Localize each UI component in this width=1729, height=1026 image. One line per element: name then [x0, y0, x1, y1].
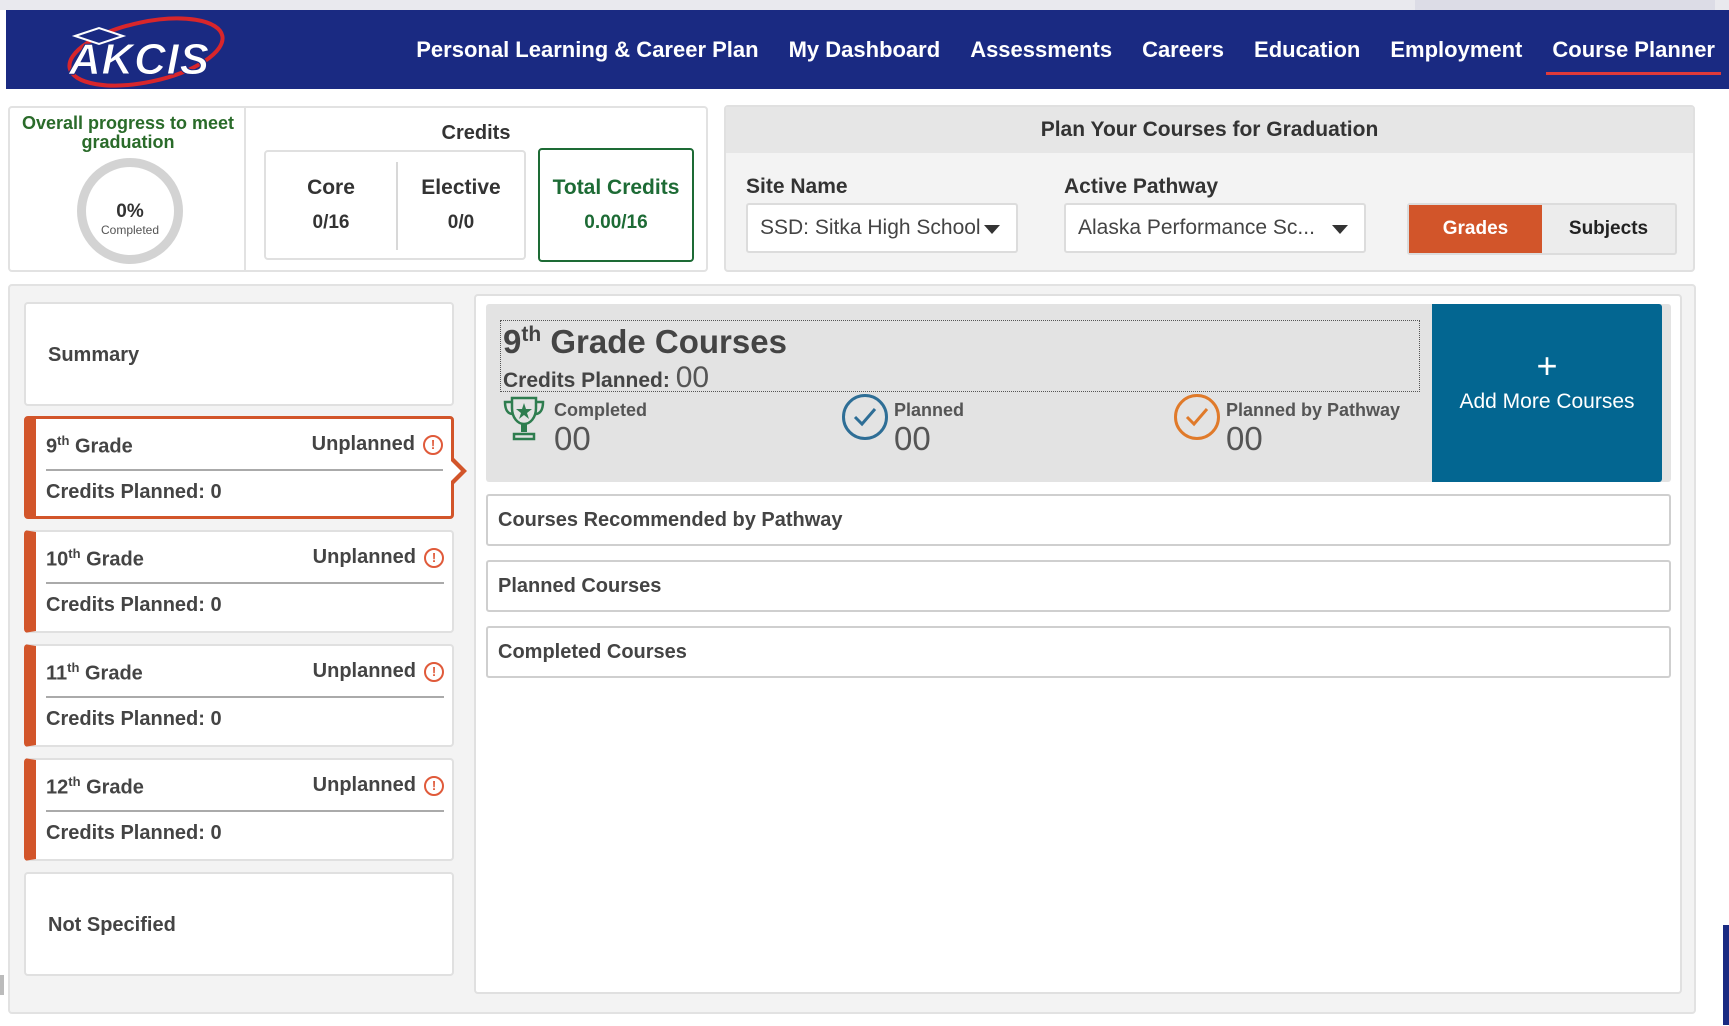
main-nav: Personal Learning & Career Plan My Dashb…: [416, 10, 1721, 89]
nav-education[interactable]: Education: [1254, 37, 1360, 63]
elective-label: Elective: [421, 176, 501, 199]
total-credits-value: 0.00/16: [584, 212, 648, 233]
plan-title: Plan Your Courses for Graduation: [726, 107, 1693, 153]
stat-completed: Completed 00: [502, 394, 647, 457]
elective-value: 0/0: [447, 212, 475, 233]
sidebar-item-grade-9[interactable]: 9th Grade Unplanned! Credits Planned: 0: [24, 416, 467, 519]
active-pathway-label: Active Pathway: [1064, 175, 1219, 198]
trophy-icon: [503, 396, 545, 441]
grade-status: Unplanned!: [313, 660, 444, 683]
divider: [46, 810, 444, 812]
section-recommended-by-pathway[interactable]: Courses Recommended by Pathway: [486, 494, 1671, 546]
grade-title-box: 9th Grade Courses Credits Planned: 00: [500, 320, 1420, 394]
divider: [46, 696, 444, 698]
grade-credits: Credits Planned: 0: [46, 708, 222, 730]
sidebar-item-summary[interactable]: Summary: [24, 302, 454, 406]
scrollbar-edge: [1723, 925, 1729, 1025]
subjects-toggle-button[interactable]: Subjects: [1542, 205, 1675, 253]
section-planned-courses[interactable]: Planned Courses: [486, 560, 1671, 612]
grade-status: Unplanned!: [313, 546, 444, 569]
browser-top-strip: [0, 0, 1729, 10]
grade-credits: Credits Planned: 0: [46, 481, 222, 503]
progress-percent: 0%: [116, 201, 144, 222]
core-value: 0/16: [312, 212, 350, 233]
app-header: AKCIS Personal Learning & Career Plan My…: [6, 10, 1729, 89]
course-planner-main: Summary 9th Grade Unplanned! Credits Pla…: [8, 284, 1696, 1014]
grade-name: 12th Grade: [46, 774, 144, 799]
grade-status: Unplanned!: [313, 774, 444, 797]
progress-label: Completed: [100, 223, 160, 237]
warning-icon: !: [423, 434, 443, 455]
site-name-value: SSD: Sitka High School: [760, 216, 981, 239]
completed-value: 00: [554, 420, 591, 457]
total-credits-box: Total Credits 0.00/16: [538, 148, 694, 262]
edge-mark: [0, 975, 4, 995]
completed-label: Completed: [554, 400, 648, 420]
grade-name: 9th Grade: [46, 433, 133, 458]
site-name-select[interactable]: SSD: Sitka High School: [746, 203, 1018, 253]
page-title: 9th Grade Courses: [503, 323, 787, 360]
check-circle-icon: [842, 394, 888, 440]
section-completed-courses[interactable]: Completed Courses: [486, 626, 1671, 678]
logo-text: AKCIS: [68, 35, 209, 84]
planned-by-pathway-label: Planned by Pathway: [1226, 400, 1401, 420]
grade-name: 11th Grade: [46, 660, 143, 685]
plan-courses-panel: Plan Your Courses for Graduation Site Na…: [724, 105, 1695, 272]
summary-label: Summary: [48, 344, 140, 366]
progress-title: Overall progress to meet graduation: [21, 113, 235, 152]
grade-content: 9th Grade Courses Credits Planned: 00 Co…: [474, 294, 1682, 994]
planned-by-pathway-value: 00: [1226, 420, 1263, 457]
sidebar-item-grade-12[interactable]: 12th Grade Unplanned! Credits Planned: 0: [24, 758, 454, 861]
grade-credits: Credits Planned: 0: [46, 822, 222, 844]
core-label: Core: [307, 176, 355, 199]
nav-course-planner[interactable]: Course Planner: [1546, 37, 1721, 75]
active-pathway-value: Alaska Performance Sc...: [1078, 216, 1315, 239]
check-circle-orange-icon: [1174, 394, 1220, 440]
grade-credits: Credits Planned: 0: [46, 594, 222, 616]
planned-value: 00: [894, 420, 931, 457]
warning-icon: !: [424, 661, 444, 682]
sidebar-item-grade-10[interactable]: 10th Grade Unplanned! Credits Planned: 0: [24, 530, 454, 633]
sidebar-item-grade-11[interactable]: 11th Grade Unplanned! Credits Planned: 0: [24, 644, 454, 747]
chevron-down-icon: [1332, 225, 1348, 234]
nav-careers[interactable]: Careers: [1142, 37, 1224, 63]
overall-progress: Overall progress to meet graduation 0% C…: [10, 108, 246, 270]
sidebar-item-not-specified[interactable]: Not Specified: [24, 872, 454, 976]
total-credits-label: Total Credits: [552, 176, 680, 199]
grade-status: Unplanned!: [312, 433, 443, 456]
warning-icon: !: [424, 547, 444, 568]
nav-assessments[interactable]: Assessments: [970, 37, 1112, 63]
add-more-courses-label: Add More Courses: [1459, 390, 1635, 413]
nav-personal-learning[interactable]: Personal Learning & Career Plan: [416, 37, 758, 63]
add-more-courses-button[interactable]: + Add More Courses: [1432, 304, 1662, 482]
warning-icon: !: [424, 775, 444, 796]
core-elective-box: Core 0/16 Elective 0/0: [264, 150, 526, 260]
divider: [46, 469, 443, 471]
nav-employment[interactable]: Employment: [1390, 37, 1522, 63]
not-specified-label: Not Specified: [48, 914, 176, 936]
akcis-logo[interactable]: AKCIS: [61, 12, 226, 88]
grade-header: 9th Grade Courses Credits Planned: 00 Co…: [486, 304, 1671, 482]
chevron-down-icon: [984, 225, 1000, 234]
tab-ghost: [1415, 0, 1715, 10]
divider: [46, 582, 444, 584]
credits-planned: Credits Planned: 00: [503, 361, 710, 394]
planned-label: Planned: [894, 400, 965, 420]
elective-credits: Elective 0/0: [396, 152, 526, 258]
credits-title: Credits: [441, 122, 511, 144]
plus-icon: +: [1536, 345, 1558, 386]
active-pointer-icon: [450, 457, 467, 485]
active-pathway-select[interactable]: Alaska Performance Sc...: [1064, 203, 1366, 253]
grade-name: 10th Grade: [46, 546, 144, 571]
progress-credits-panel: Overall progress to meet graduation 0% C…: [8, 106, 708, 272]
grades-subjects-toggle: Grades Subjects: [1407, 203, 1677, 255]
nav-my-dashboard[interactable]: My Dashboard: [789, 37, 941, 63]
core-credits: Core 0/16: [266, 152, 396, 258]
site-name-label: Site Name: [746, 175, 848, 198]
grades-toggle-button[interactable]: Grades: [1409, 205, 1542, 253]
progress-ring: 0% Completed: [77, 158, 183, 264]
